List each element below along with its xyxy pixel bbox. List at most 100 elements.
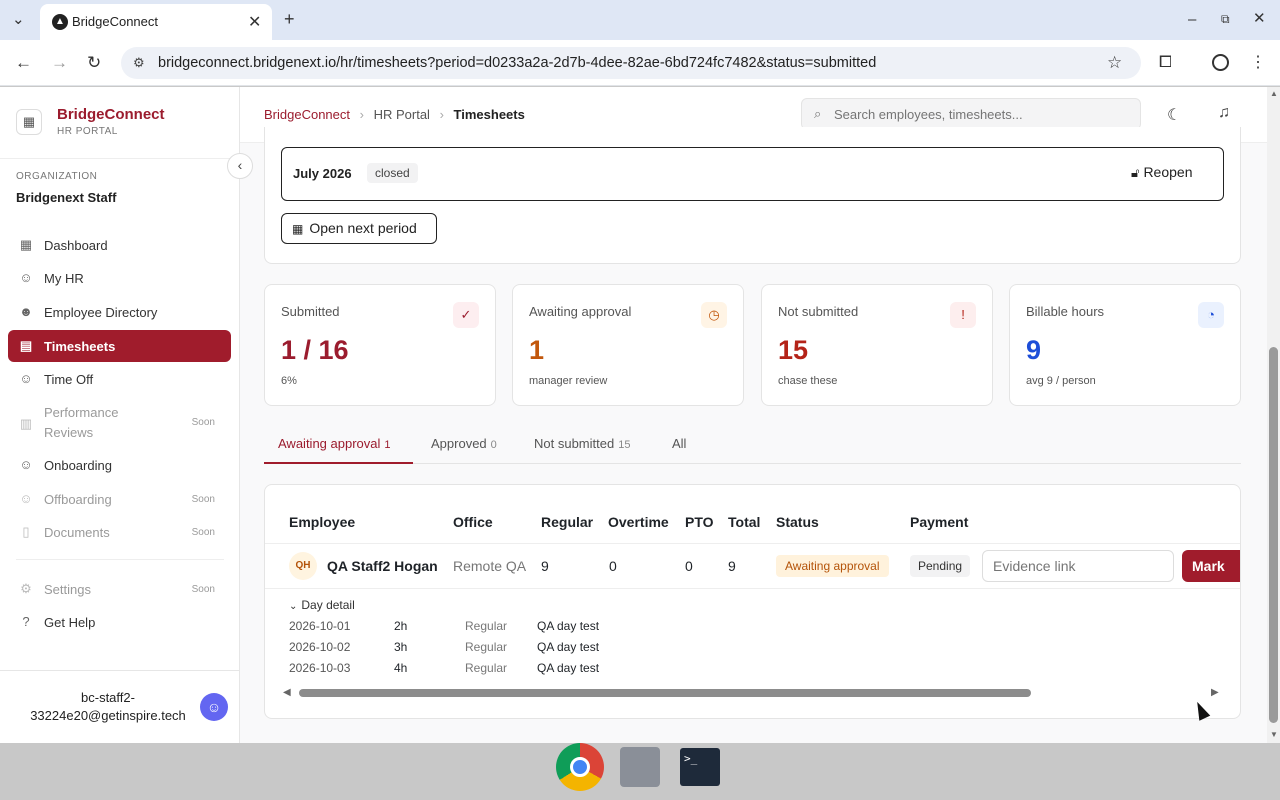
- employee-name[interactable]: QA Staff2 Hogan: [327, 558, 438, 574]
- main-content: BridgeConnect › HR Portal › Timesheets ⌕…: [240, 87, 1267, 743]
- check-circle-icon: ✓: [453, 302, 479, 328]
- stat-value: 15: [778, 335, 809, 365]
- clock-icon: ◷: [701, 302, 727, 328]
- day-detail-toggle[interactable]: ⌄ Day detail: [289, 598, 355, 612]
- stat-value: 1: [529, 335, 545, 365]
- stat-sub: avg 9 / person: [1026, 375, 1096, 387]
- sidebar-item-settings[interactable]: ⚙ Settings Soon: [8, 573, 231, 605]
- browser-tab[interactable]: ▲ BridgeConnect ✕: [40, 4, 272, 40]
- profile-icon[interactable]: [1212, 54, 1229, 71]
- search-input[interactable]: [834, 105, 1124, 123]
- col-employee: Employee: [289, 514, 356, 530]
- app-grid-icon[interactable]: ▦: [16, 109, 42, 135]
- dark-mode-icon[interactable]: ☾: [1167, 105, 1181, 125]
- minimize-icon[interactable]: –: [1188, 12, 1196, 28]
- reopen-button[interactable]: 🔓︎ Reopen: [1131, 164, 1192, 181]
- close-window-icon[interactable]: ✕: [1253, 11, 1266, 27]
- col-overtime: Overtime: [608, 514, 669, 530]
- col-payment: Payment: [910, 514, 969, 530]
- sidebar-item-onboarding[interactable]: ☺ Onboarding: [8, 449, 231, 481]
- extensions-icon[interactable]: ⧠: [1159, 55, 1172, 71]
- sidebar-item-documents[interactable]: ▯ Documents Soon: [8, 516, 231, 548]
- breadcrumb-bridgeconnect[interactable]: BridgeConnect: [264, 107, 350, 122]
- evidence-link-input[interactable]: [982, 550, 1174, 582]
- chevron-right-icon: ›: [359, 107, 364, 122]
- tab-awaiting-approval[interactable]: Awaiting approval 1: [264, 435, 413, 464]
- user-clock-icon: ☺: [19, 371, 33, 386]
- browser-menu-icon[interactable]: ⋮: [1250, 55, 1266, 71]
- page-scrollbar[interactable]: ▲ ▼: [1267, 87, 1280, 743]
- sidebar-item-my-hr[interactable]: ☺ My HR: [8, 262, 231, 294]
- sidebar-item-get-help[interactable]: ? Get Help: [8, 606, 231, 638]
- scroll-thumb[interactable]: [299, 689, 1031, 697]
- sidebar: ▦ BridgeConnect HR PORTAL ORGANIZATION B…: [0, 87, 240, 743]
- tab-all[interactable]: All: [672, 436, 686, 451]
- sidebar-item-performance-reviews[interactable]: ▥ Performance Reviews Soon: [8, 403, 231, 443]
- chevron-down-icon: ⌄: [289, 601, 298, 612]
- org-name[interactable]: Bridgenext Staff: [16, 190, 116, 205]
- tab-approved[interactable]: Approved 0: [431, 436, 497, 451]
- reload-icon[interactable]: ↻: [87, 54, 101, 71]
- open-next-period-button[interactable]: ▦ Open next period: [281, 213, 437, 244]
- site-favicon: ▲: [52, 14, 68, 30]
- tab-search-icon[interactable]: ⌄: [12, 12, 25, 28]
- collapse-sidebar-button[interactable]: ‹: [227, 153, 253, 179]
- avatar[interactable]: ☺: [200, 693, 228, 721]
- stat-sub: chase these: [778, 375, 838, 387]
- horizontal-scrollbar[interactable]: ◀ ▶: [283, 687, 1223, 699]
- scroll-down-arrow[interactable]: ▼: [1270, 730, 1278, 739]
- brand-name: BridgeConnect: [57, 106, 165, 123]
- scroll-up-arrow[interactable]: ▲: [1270, 89, 1278, 98]
- app-taskbar-icon[interactable]: [620, 747, 660, 787]
- chrome-taskbar-icon[interactable]: [556, 743, 604, 791]
- sidebar-item-dashboard[interactable]: ▦ Dashboard: [8, 229, 231, 261]
- tab-not-submitted[interactable]: Not submitted 15: [534, 436, 630, 451]
- user-email-line1: bc-staff2-: [81, 690, 135, 705]
- site-info-icon[interactable]: ⚙: [133, 55, 145, 71]
- forward-icon[interactable]: →: [51, 54, 68, 71]
- sidebar-item-timesheets[interactable]: ▤ Timesheets: [8, 330, 231, 362]
- maximize-icon[interactable]: ⧉: [1221, 11, 1230, 27]
- new-tab-icon[interactable]: +: [284, 10, 295, 28]
- sidebar-item-offboarding[interactable]: ☺ Offboarding Soon: [8, 483, 231, 515]
- search-icon: ⌕: [814, 106, 822, 121]
- period-status-badge: closed: [367, 163, 418, 183]
- table-header: Employee Office Regular Overtime PTO Tot…: [265, 485, 1240, 545]
- user-email[interactable]: bc-staff2- 33224e20@getinspire.tech: [20, 689, 196, 725]
- grid-icon: ▦: [19, 237, 33, 252]
- chart-icon: ▥: [19, 416, 33, 431]
- lock-open-icon: 🔓︎: [1131, 165, 1140, 180]
- mark-paid-button[interactable]: Mark: [1182, 550, 1240, 582]
- scroll-right-arrow[interactable]: ▶: [1211, 687, 1219, 698]
- chevron-right-icon: ›: [439, 107, 444, 122]
- day-row: 2026-10-01 2h Regular QA day test: [289, 619, 600, 633]
- day-row: 2026-10-02 3h Regular QA day test: [289, 640, 600, 654]
- browser-tab-strip: ⌄ ▲ BridgeConnect ✕ + – ⧉ ✕: [0, 0, 1280, 40]
- terminal-taskbar-icon[interactable]: >_: [680, 748, 720, 786]
- col-regular: Regular: [541, 514, 594, 530]
- bell-icon[interactable]: ♫: [1218, 104, 1230, 122]
- col-status: Status: [776, 514, 819, 530]
- pto-value: 0: [685, 558, 693, 574]
- scroll-left-arrow[interactable]: ◀: [283, 687, 291, 698]
- user-plus-icon: ☺: [19, 457, 33, 472]
- close-tab-icon[interactable]: ✕: [248, 12, 261, 32]
- table-row[interactable]: QH QA Staff2 Hogan Remote QA 9 0 0 9 Awa…: [265, 543, 1240, 589]
- org-label: ORGANIZATION: [16, 171, 98, 182]
- sidebar-item-employee-directory[interactable]: ☻ Employee Directory: [8, 296, 231, 328]
- bookmark-star-icon[interactable]: ☆: [1107, 53, 1122, 73]
- search-box[interactable]: ⌕: [801, 98, 1141, 130]
- url-field[interactable]: ⚙ bridgeconnect.bridgenext.io/hr/timeshe…: [121, 47, 1141, 79]
- col-office: Office: [453, 514, 493, 530]
- back-icon[interactable]: ←: [15, 54, 32, 71]
- sidebar-item-time-off[interactable]: ☺ Time Off: [8, 363, 231, 395]
- url-text: bridgeconnect.bridgenext.io/hr/timesheet…: [158, 55, 877, 71]
- status-badge: Awaiting approval: [776, 555, 889, 577]
- user-minus-icon: ☺: [19, 491, 33, 506]
- stat-card-submitted: Submitted ✓ 1 / 16 6%: [264, 284, 496, 406]
- stat-card-awaiting-approval: Awaiting approval ◷ 1 manager review: [512, 284, 744, 406]
- scroll-thumb[interactable]: [1269, 347, 1278, 723]
- breadcrumb-hr-portal[interactable]: HR Portal: [374, 107, 430, 122]
- stat-label: Submitted: [281, 304, 340, 319]
- stat-sub: 6%: [281, 375, 297, 387]
